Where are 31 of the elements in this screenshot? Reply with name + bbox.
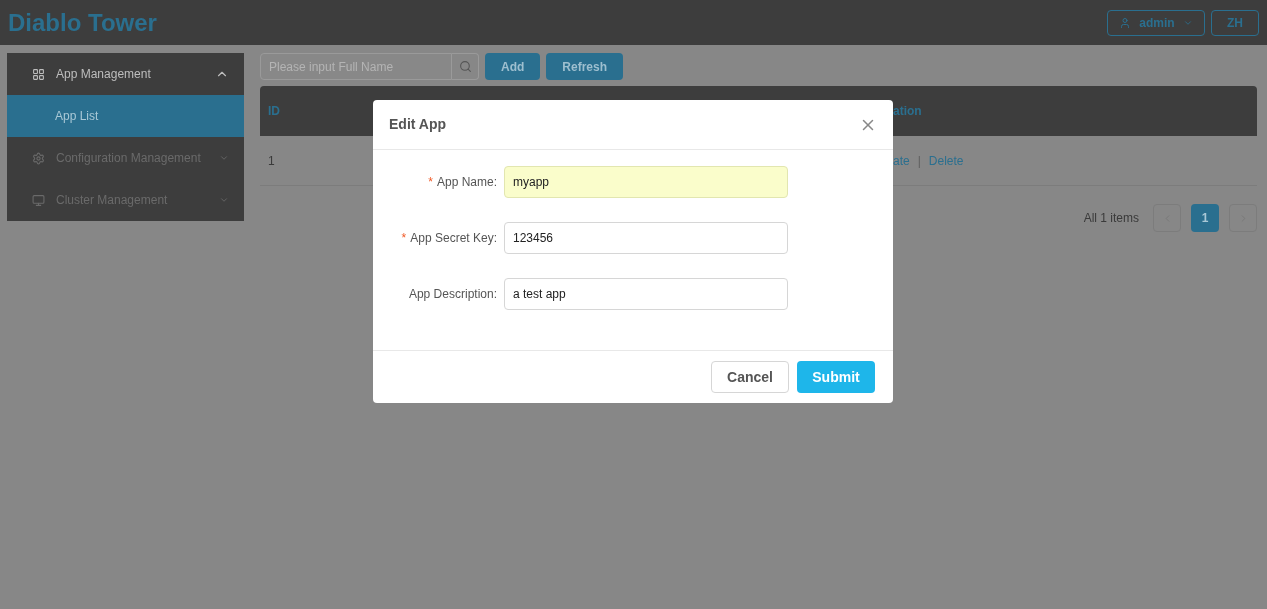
field-label: App Secret Key: bbox=[410, 230, 497, 247]
separator: | bbox=[917, 152, 921, 170]
column-header: ation bbox=[893, 103, 922, 120]
text-input[interactable]: a test app bbox=[504, 278, 788, 310]
page-button[interactable]: 1 bbox=[1191, 204, 1219, 232]
chevron-icon bbox=[219, 195, 229, 205]
toolbar-button[interactable]: Refresh bbox=[546, 53, 623, 80]
search-button[interactable] bbox=[452, 53, 479, 80]
action-link[interactable]: Delete bbox=[928, 151, 964, 170]
text-input[interactable]: 123456 bbox=[504, 222, 788, 254]
submit-button[interactable]: Submit bbox=[797, 361, 875, 393]
sidebar-subitem[interactable]: App List bbox=[7, 95, 244, 137]
chevron-icon bbox=[219, 153, 229, 163]
field-label: App Description: bbox=[408, 286, 497, 303]
user-icon bbox=[1119, 16, 1132, 29]
search-icon bbox=[458, 60, 472, 73]
gear-icon bbox=[32, 151, 45, 165]
language-button[interactable]: ZH bbox=[1211, 9, 1259, 36]
column-header: ID bbox=[268, 103, 280, 120]
toolbar-button[interactable]: Add bbox=[485, 53, 541, 80]
dialog-title: Edit App bbox=[389, 115, 447, 134]
total-count: All 1 items bbox=[1083, 210, 1139, 227]
required-mark: * bbox=[401, 230, 407, 247]
text-input[interactable]: myapp bbox=[504, 166, 788, 198]
user-menu[interactable]: admin bbox=[1107, 9, 1205, 36]
monitor-icon bbox=[32, 193, 45, 207]
cancel-button[interactable]: Cancel bbox=[711, 361, 789, 393]
action-link[interactable]: ate bbox=[893, 151, 910, 170]
app-logo: Diablo Tower bbox=[8, 7, 157, 38]
sidebar-item[interactable]: App Management bbox=[7, 53, 244, 95]
grid-icon bbox=[32, 67, 45, 81]
